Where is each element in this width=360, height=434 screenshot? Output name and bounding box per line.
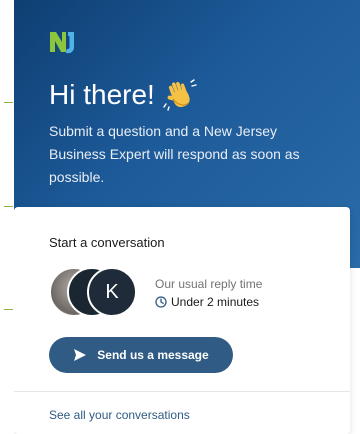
greeting-heading: Hi there! xyxy=(49,78,197,112)
send-button-label: Send us a message xyxy=(97,348,209,362)
conversation-card: Start a conversation K Our usual reply t… xyxy=(14,207,350,434)
clock-icon xyxy=(155,296,167,308)
page: Hi there! Submit a question and a New Je… xyxy=(0,0,360,434)
background-page-strip xyxy=(0,0,15,434)
card-divider xyxy=(14,391,350,392)
messenger-widget: Hi there! Submit a question and a New Je… xyxy=(14,0,360,434)
card-title: Start a conversation xyxy=(49,235,165,250)
background-divider-mark xyxy=(4,102,13,103)
avatar: K xyxy=(87,267,137,317)
greeting-text: Hi there! xyxy=(49,79,155,110)
team-avatars: K xyxy=(49,265,149,323)
send-icon xyxy=(74,349,87,361)
avatar-initial: K xyxy=(105,280,119,303)
reply-time-value: Under 2 minutes xyxy=(155,295,259,309)
background-divider-mark xyxy=(4,206,13,207)
see-all-conversations-link[interactable]: See all your conversations xyxy=(49,408,190,422)
intro-text: Submit a question and a New Jersey Busin… xyxy=(49,123,300,185)
waving-hand-icon xyxy=(163,79,197,111)
background-divider-mark xyxy=(4,309,13,310)
reply-time-text: Under 2 minutes xyxy=(171,295,260,309)
send-message-button[interactable]: Send us a message xyxy=(49,337,233,373)
reply-time-label: Our usual reply time xyxy=(155,277,263,291)
nj-logo-icon xyxy=(50,32,74,54)
